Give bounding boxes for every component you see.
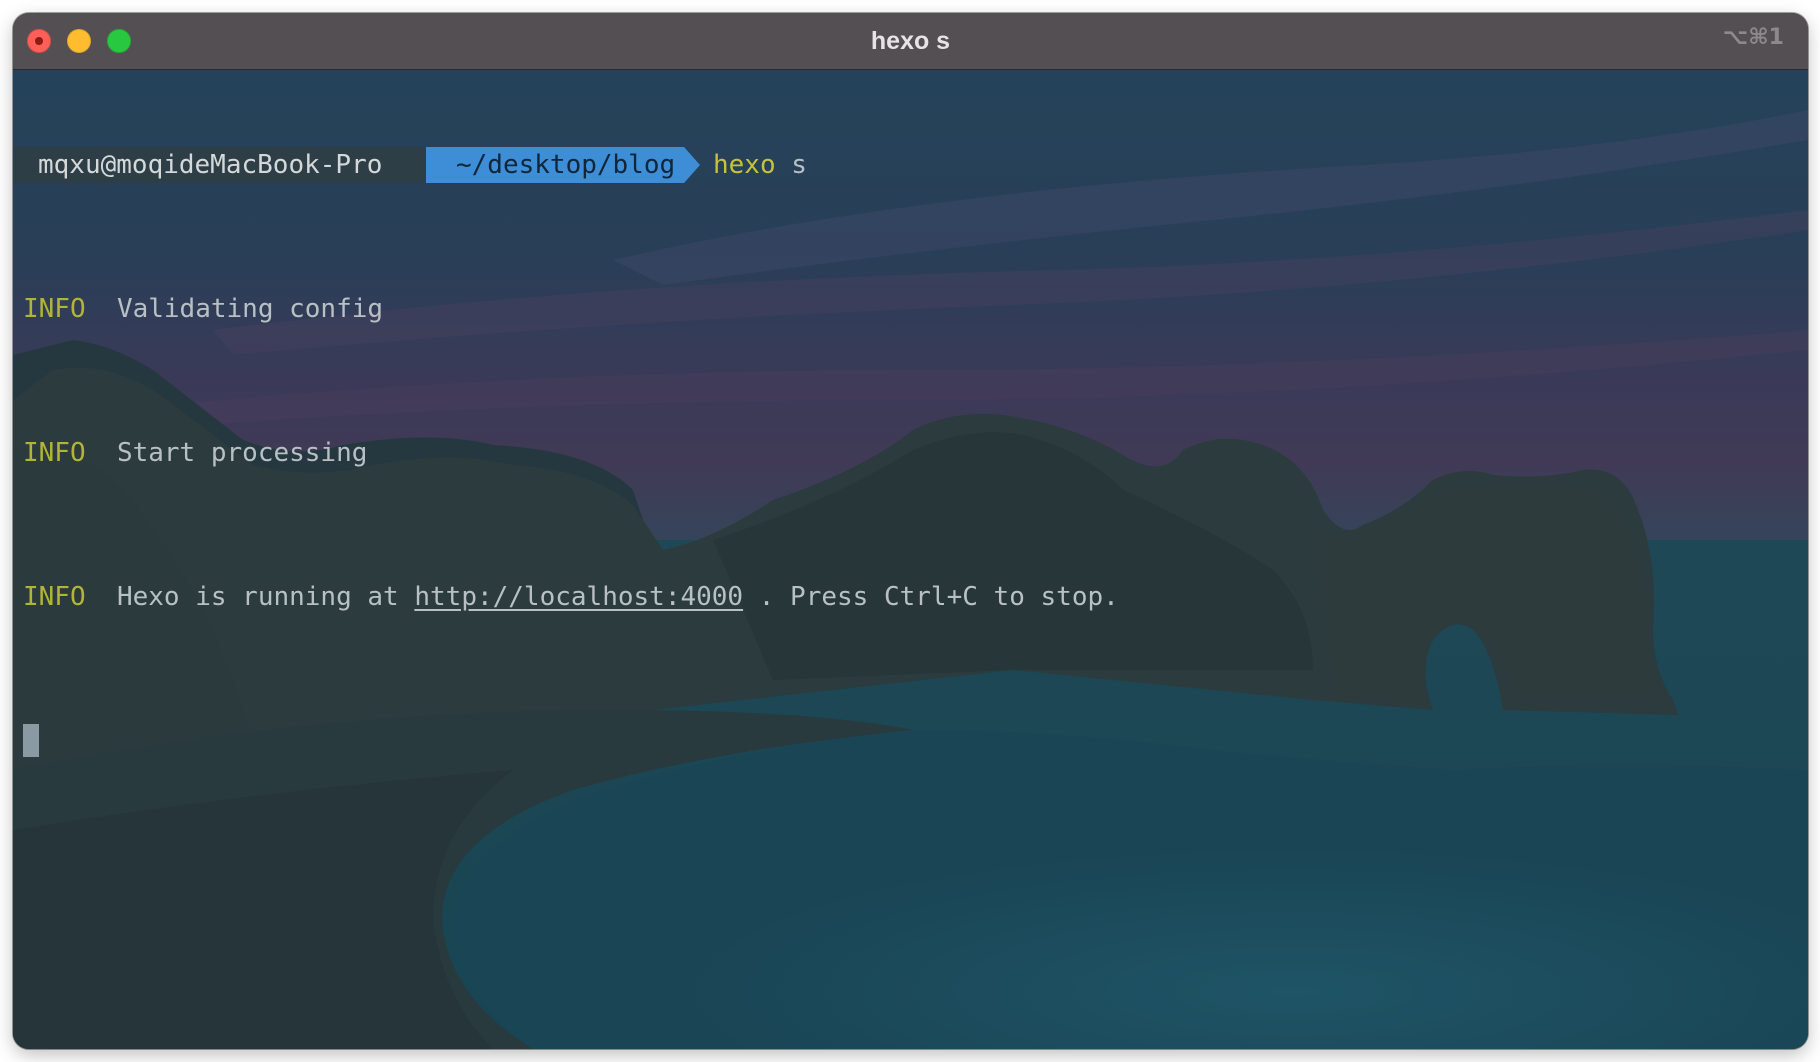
log-message: Validating config xyxy=(116,294,384,324)
prompt-line: mqxu@moqideMacBook-Pro ~/desktop/blog he… xyxy=(13,147,1808,183)
prompt-command: hexo s xyxy=(713,147,807,183)
text-cursor xyxy=(23,724,39,757)
window-shortcut: ⌥⌘1 xyxy=(1722,25,1784,50)
title-bar[interactable]: hexo s ⌥⌘1 xyxy=(13,13,1808,70)
prompt-path-arrow-icon xyxy=(684,147,700,183)
terminal-output[interactable]: mqxu@moqideMacBook-Pro ~/desktop/blog he… xyxy=(13,70,1808,831)
log-message-suffix: . Press Ctrl+C to stop. xyxy=(743,582,1119,612)
log-level: INFO xyxy=(23,438,86,468)
command-name: hexo xyxy=(713,150,776,180)
log-message: Start processing xyxy=(116,438,368,468)
log-level: INFO xyxy=(23,294,86,324)
window-title: hexo s xyxy=(870,27,951,55)
log-line: INFO Hexo is running at http://localhost… xyxy=(13,579,1808,615)
prompt-path: ~/desktop/blog xyxy=(426,147,684,183)
command-argument: s xyxy=(791,150,807,180)
log-line: INFO Validating config xyxy=(13,291,1808,327)
terminal-window: hexo s ⌥⌘1 mqxu@moqideMacBook-Pro ~/desk… xyxy=(13,13,1808,1049)
localhost-link[interactable]: http://localhost:4000 xyxy=(414,582,743,612)
prompt-user-host: mqxu@moqideMacBook-Pro xyxy=(13,147,426,183)
log-line: INFO Start processing xyxy=(13,435,1808,471)
cursor-line xyxy=(13,723,1808,759)
terminal-content[interactable]: mqxu@moqideMacBook-Pro ~/desktop/blog he… xyxy=(13,70,1808,1049)
log-level: INFO xyxy=(23,582,86,612)
log-message-prefix: Hexo is running at xyxy=(116,582,415,612)
